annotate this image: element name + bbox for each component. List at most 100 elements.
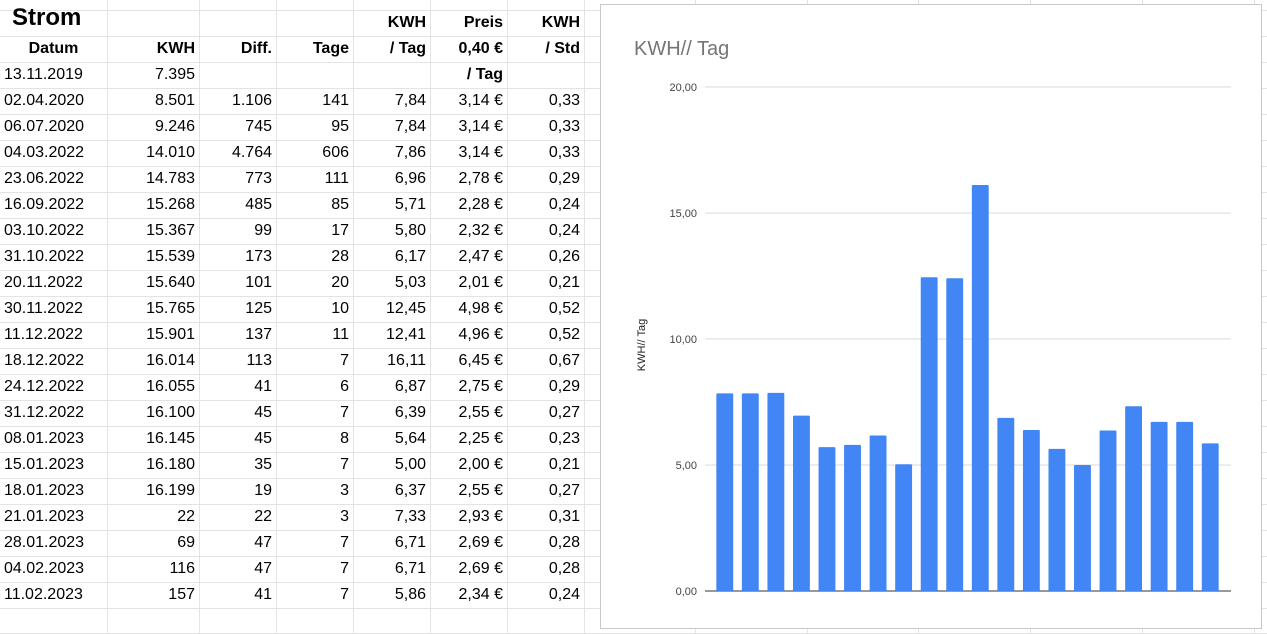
value-cell[interactable]: 22 [199, 504, 276, 530]
column-header[interactable]: KWH [107, 36, 199, 62]
value-cell[interactable]: 10 [276, 296, 353, 322]
value-cell[interactable]: 0,28 [507, 556, 584, 582]
value-cell[interactable]: 2,00 € [430, 452, 507, 478]
date-cell[interactable]: 06.07.2020 [0, 114, 107, 140]
value-cell[interactable]: 2,75 € [430, 374, 507, 400]
value-cell[interactable]: 0,28 [507, 530, 584, 556]
column-header[interactable]: Tage [276, 36, 353, 62]
value-cell[interactable]: 116 [107, 556, 199, 582]
value-cell[interactable]: 7,33 [353, 504, 430, 530]
date-cell[interactable]: 08.01.2023 [0, 426, 107, 452]
value-cell[interactable]: 9.246 [107, 114, 199, 140]
column-header[interactable]: Datum [0, 36, 107, 62]
value-cell[interactable]: 6,39 [353, 400, 430, 426]
header-top-cell[interactable]: KWH [507, 10, 584, 36]
value-cell[interactable]: 0,29 [507, 374, 584, 400]
value-cell[interactable]: 0,27 [507, 400, 584, 426]
value-cell[interactable]: 6,71 [353, 556, 430, 582]
header-top-cell[interactable]: Preis [430, 10, 507, 36]
value-cell[interactable]: 2,69 € [430, 530, 507, 556]
value-cell[interactable]: 3 [276, 504, 353, 530]
value-cell[interactable]: 0,24 [507, 218, 584, 244]
value-cell[interactable]: 11 [276, 322, 353, 348]
column-header[interactable]: 0,40 € [430, 36, 507, 62]
date-cell[interactable]: 21.01.2023 [0, 504, 107, 530]
value-cell[interactable]: 45 [199, 426, 276, 452]
value-cell[interactable]: 99 [199, 218, 276, 244]
value-cell[interactable]: 2,55 € [430, 478, 507, 504]
date-cell[interactable]: 04.03.2022 [0, 140, 107, 166]
value-cell[interactable]: 173 [199, 244, 276, 270]
value-cell[interactable]: 12,45 [353, 296, 430, 322]
value-cell[interactable]: 4,98 € [430, 296, 507, 322]
value-cell[interactable]: 773 [199, 166, 276, 192]
value-cell[interactable]: 0,27 [507, 478, 584, 504]
value-cell[interactable]: 2,47 € [430, 244, 507, 270]
value-cell[interactable]: 0,21 [507, 452, 584, 478]
date-cell[interactable]: 31.10.2022 [0, 244, 107, 270]
value-cell[interactable]: 20 [276, 270, 353, 296]
value-cell[interactable]: 3,14 € [430, 88, 507, 114]
value-cell[interactable]: 7 [276, 530, 353, 556]
value-cell[interactable]: 485 [199, 192, 276, 218]
chart-panel[interactable]: KWH// Tag KWH// Tag 0,00 5,00 10,00 15,00 20,0… [600, 4, 1262, 629]
date-cell[interactable]: 16.09.2022 [0, 192, 107, 218]
value-cell[interactable]: 16.014 [107, 348, 199, 374]
value-cell[interactable]: 5,03 [353, 270, 430, 296]
value-cell[interactable]: 7 [276, 452, 353, 478]
date-cell[interactable]: 15.01.2023 [0, 452, 107, 478]
value-cell[interactable]: 19 [199, 478, 276, 504]
value-cell[interactable]: 2,93 € [430, 504, 507, 530]
date-cell[interactable]: 03.10.2022 [0, 218, 107, 244]
value-cell[interactable]: 5,86 [353, 582, 430, 608]
value-cell[interactable]: 3 [276, 478, 353, 504]
value-cell[interactable]: 0,24 [507, 582, 584, 608]
value-cell[interactable]: 0,52 [507, 296, 584, 322]
header-top-cell[interactable]: KWH [353, 10, 430, 36]
value-cell[interactable]: 16.100 [107, 400, 199, 426]
value-cell[interactable]: 7 [276, 400, 353, 426]
value-cell[interactable]: 15.539 [107, 244, 199, 270]
value-cell[interactable]: 47 [199, 530, 276, 556]
value-cell[interactable]: 15.640 [107, 270, 199, 296]
value-cell[interactable]: 0,29 [507, 166, 584, 192]
value-cell[interactable]: 4,96 € [430, 322, 507, 348]
date-cell[interactable]: 24.12.2022 [0, 374, 107, 400]
date-cell[interactable]: 18.01.2023 [0, 478, 107, 504]
value-cell[interactable]: 85 [276, 192, 353, 218]
value-cell[interactable]: 41 [199, 582, 276, 608]
column-header[interactable]: / Tag [353, 36, 430, 62]
date-cell[interactable]: 20.11.2022 [0, 270, 107, 296]
value-cell[interactable]: 5,64 [353, 426, 430, 452]
value-cell[interactable]: 5,80 [353, 218, 430, 244]
value-cell[interactable]: 14.783 [107, 166, 199, 192]
value-cell[interactable]: 2,69 € [430, 556, 507, 582]
value-cell[interactable]: 5,00 [353, 452, 430, 478]
value-cell[interactable]: 17 [276, 218, 353, 244]
date-cell[interactable]: 31.12.2022 [0, 400, 107, 426]
value-cell[interactable]: 16.199 [107, 478, 199, 504]
value-cell[interactable]: 47 [199, 556, 276, 582]
value-cell[interactable]: 7 [276, 582, 353, 608]
value-cell[interactable]: 2,34 € [430, 582, 507, 608]
value-cell[interactable]: 7,84 [353, 88, 430, 114]
value-cell[interactable]: 2,55 € [430, 400, 507, 426]
value-cell[interactable]: 41 [199, 374, 276, 400]
value-cell[interactable]: 111 [276, 166, 353, 192]
value-cell[interactable]: 6,96 [353, 166, 430, 192]
value-cell[interactable]: 3,14 € [430, 114, 507, 140]
value-cell[interactable]: 2,01 € [430, 270, 507, 296]
value-cell[interactable]: 157 [107, 582, 199, 608]
value-cell[interactable]: 0,23 [507, 426, 584, 452]
value-cell[interactable]: 2,32 € [430, 218, 507, 244]
value-cell[interactable]: 15.901 [107, 322, 199, 348]
value-cell[interactable]: 12,41 [353, 322, 430, 348]
date-cell[interactable]: 18.12.2022 [0, 348, 107, 374]
date-cell[interactable]: 23.06.2022 [0, 166, 107, 192]
value-cell[interactable]: 0,52 [507, 322, 584, 348]
value-cell[interactable]: 0,33 [507, 140, 584, 166]
value-cell[interactable]: 0,24 [507, 192, 584, 218]
value-cell[interactable]: 141 [276, 88, 353, 114]
value-cell[interactable]: 606 [276, 140, 353, 166]
value-cell[interactable]: 2,25 € [430, 426, 507, 452]
